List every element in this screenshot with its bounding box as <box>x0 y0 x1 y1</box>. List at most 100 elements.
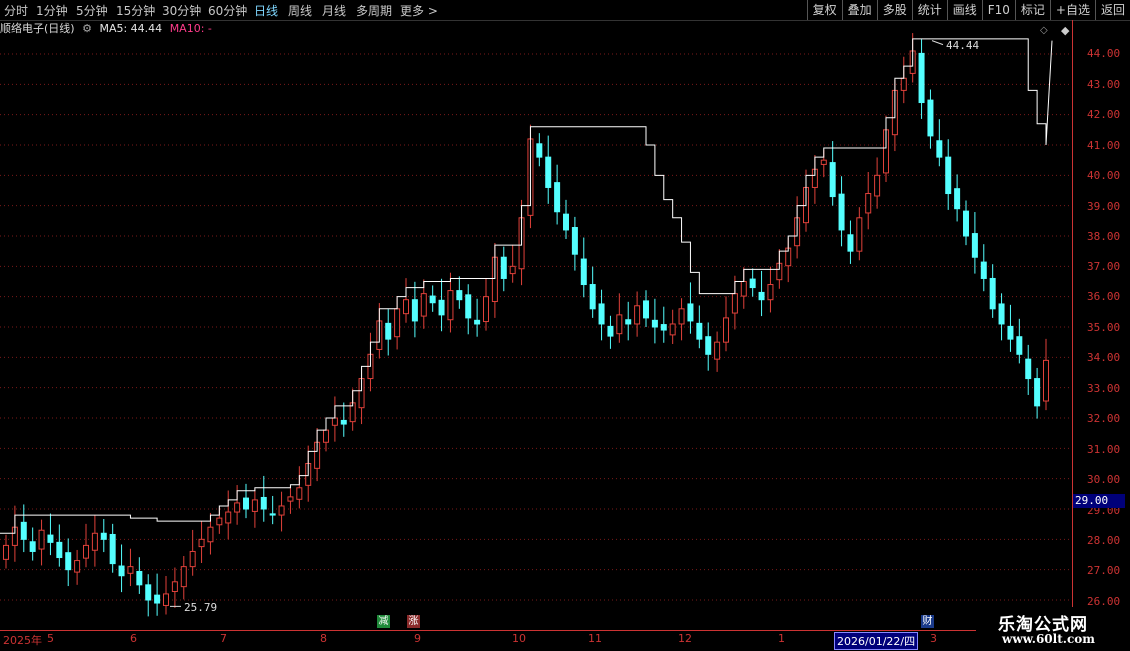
rise-tag[interactable]: 涨 <box>407 615 420 628</box>
ma5-label: MA5: 44.44 <box>99 22 163 35</box>
candle-up <box>83 544 89 559</box>
candle-up <box>447 290 454 321</box>
candle-down <box>536 143 543 158</box>
candle-up <box>180 566 187 588</box>
candle-down <box>980 261 987 279</box>
candle-up <box>163 593 169 606</box>
candle-down <box>945 156 952 195</box>
candle-up <box>740 281 747 297</box>
candle-up <box>323 429 329 443</box>
candle-down <box>651 319 658 328</box>
candle-up <box>207 526 214 543</box>
add-watchlist-button[interactable]: +自选 <box>1049 0 1095 20</box>
candle-down <box>154 594 161 604</box>
reduce-tag[interactable]: 减 <box>377 615 390 628</box>
candle-down <box>411 299 418 322</box>
y-tick: 28.00 <box>1087 534 1121 547</box>
y-tick: 44.00 <box>1087 47 1121 60</box>
period-15min[interactable]: 15分钟 <box>116 2 155 19</box>
candle-down <box>243 497 249 510</box>
y-tick: 42.00 <box>1087 108 1121 121</box>
y-tick: 39.00 <box>1087 200 1121 213</box>
candle-up <box>723 317 729 343</box>
candle-up <box>198 538 205 548</box>
period-multi[interactable]: 多周期 <box>356 2 392 19</box>
candle-up <box>189 550 196 568</box>
candle-down <box>625 319 632 325</box>
candle-down <box>571 227 578 255</box>
candle-up <box>1043 359 1049 402</box>
multi-stock-button[interactable]: 多股 <box>876 0 912 20</box>
candle-down <box>1034 378 1041 407</box>
candle-up <box>714 341 721 360</box>
y-tick: 34.00 <box>1087 351 1121 364</box>
candle-up <box>38 529 45 550</box>
x-tick: 8 <box>320 632 327 645</box>
candle-down <box>1016 336 1023 355</box>
candle-up <box>634 305 641 325</box>
back-button[interactable]: 返回 <box>1094 0 1130 20</box>
candle-down <box>47 534 54 543</box>
candle-down <box>989 277 996 310</box>
watermark: 乐淘公式网 www.60lt.com <box>976 607 1130 650</box>
price-axis: 44.00 43.00 42.00 41.00 40.00 39.00 38.0… <box>1072 20 1130 628</box>
x-tick: 10 <box>512 632 526 645</box>
finance-tag[interactable]: 财 <box>921 615 934 628</box>
candle-down <box>65 552 72 571</box>
diamond-icon[interactable]: ◇ <box>1040 25 1048 36</box>
candle-up <box>394 308 401 338</box>
candle-down <box>918 52 925 104</box>
mark-button[interactable]: 标记 <box>1014 0 1050 20</box>
high-annotation: 44.44 <box>946 39 980 52</box>
y-tick: 40.00 <box>1087 169 1121 182</box>
f10-button[interactable]: F10 <box>981 0 1015 20</box>
period-60min[interactable]: 60分钟 <box>208 2 247 19</box>
candle-up <box>678 308 685 325</box>
x-tick: 11 <box>588 632 602 645</box>
candle-down <box>998 303 1005 325</box>
x-tick: 1 <box>778 632 785 645</box>
candle-down <box>838 193 845 231</box>
candle-up <box>251 499 258 512</box>
period-weekly[interactable]: 周线 <box>288 2 312 19</box>
candle-down <box>660 324 667 331</box>
tool-group: 复权 叠加 多股 统计 画线 F10 标记 +自选 返回 <box>806 0 1130 20</box>
candle-down <box>936 140 943 158</box>
x-tick: 9 <box>414 632 421 645</box>
candle-up <box>669 323 676 336</box>
x-tick: 5 <box>47 632 54 645</box>
y-tick: 37.00 <box>1087 260 1121 273</box>
collapse-panel-icon[interactable]: ◆ <box>1061 24 1069 37</box>
period-fenshi[interactable]: 分时 <box>4 2 28 19</box>
candle-up <box>331 417 338 426</box>
overlay-button[interactable]: 叠加 <box>841 0 877 20</box>
settings-icon[interactable]: ⚙ <box>82 22 92 35</box>
period-30min[interactable]: 30分钟 <box>162 2 201 19</box>
x-tick: 7 <box>220 632 227 645</box>
candle-up <box>91 532 98 551</box>
period-monthly[interactable]: 月线 <box>322 2 346 19</box>
candle-down <box>1025 358 1032 380</box>
candle-down <box>385 322 392 340</box>
candle-down <box>269 513 276 516</box>
x-tick: 2025年 <box>3 634 42 647</box>
candle-down <box>598 303 605 325</box>
period-1min[interactable]: 1分钟 <box>36 2 68 19</box>
candle-up <box>616 314 623 335</box>
candle-up <box>420 293 427 317</box>
period-daily[interactable]: 日线 <box>254 2 278 19</box>
low-annotation: 25.79 <box>184 601 218 614</box>
draw-line-button[interactable]: 画线 <box>946 0 982 20</box>
candle-up <box>483 296 489 323</box>
x-tick: 3 <box>930 632 937 645</box>
period-5min[interactable]: 5分钟 <box>76 2 108 19</box>
candle-down <box>100 532 107 540</box>
y-tick: 41.00 <box>1087 139 1121 152</box>
candle-up <box>856 217 863 252</box>
fuquan-button[interactable]: 复权 <box>806 0 842 20</box>
candle-up <box>225 511 232 524</box>
period-more[interactable]: 更多 > <box>400 2 438 19</box>
candle-up <box>74 560 81 573</box>
kline-chart[interactable] <box>0 0 1072 630</box>
stats-button[interactable]: 统计 <box>911 0 947 20</box>
